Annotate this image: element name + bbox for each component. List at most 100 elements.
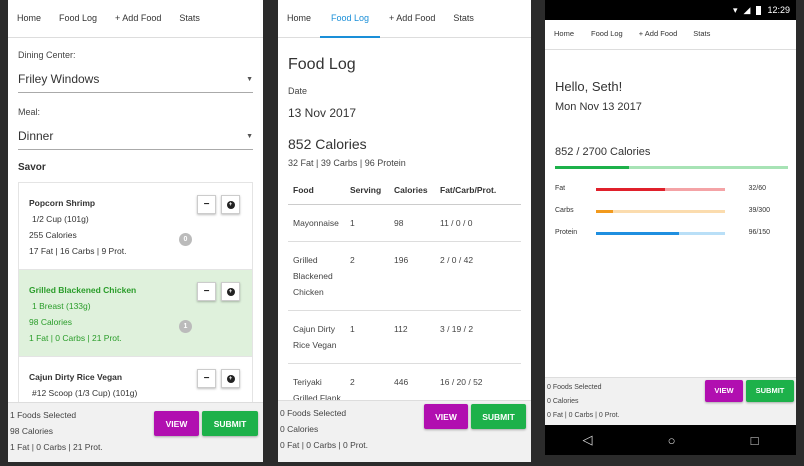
meal-select[interactable]: Dinner ▼ — [18, 123, 253, 150]
minus-button[interactable]: − — [197, 369, 216, 388]
wifi-icon: ▾ — [733, 4, 738, 15]
status-bar: ▾ ◢ 12:29 — [545, 0, 796, 20]
cell-serving: 1 — [350, 310, 394, 364]
stats-screen: ▾ ◢ 12:29 Home Food Log + Add Food Stats… — [545, 0, 796, 455]
col-macros: Fat/Carb/Prot. — [440, 176, 521, 205]
cell-serving: 1 — [350, 204, 394, 242]
tab-food-log[interactable]: Food Log — [50, 0, 106, 38]
total-calories: 852 Calories — [288, 136, 367, 152]
tab-stats[interactable]: Stats — [444, 0, 483, 38]
calorie-fill — [555, 166, 629, 169]
back-icon[interactable]: ◁ — [583, 432, 593, 448]
tab-stats[interactable]: Stats — [170, 0, 209, 38]
top-nav: Home Food Log + Add Food Stats — [8, 0, 263, 38]
plus-button[interactable]: + — [221, 195, 240, 214]
dining-center-label: Dining Center: — [18, 50, 76, 60]
view-button[interactable]: VIEW — [424, 404, 468, 429]
food-log-table: Food Serving Calories Fat/Carb/Prot. May… — [288, 176, 521, 433]
cell-serving: 2 — [350, 241, 394, 311]
plus-button[interactable]: + — [221, 369, 240, 388]
macro-label: Carbs — [555, 207, 574, 214]
col-calories: Calories — [394, 176, 440, 205]
food-item-selected: Grilled Blackened Chicken 1 Breast (133g… — [19, 270, 252, 357]
tab-home[interactable]: Home — [545, 20, 583, 50]
dining-center-select[interactable]: Friley Windows ▼ — [18, 66, 253, 93]
tab-home[interactable]: Home — [278, 0, 320, 38]
tab-food-log[interactable]: Food Log — [320, 0, 381, 38]
page-title: Food Log — [288, 56, 356, 73]
selection-footer: 0 Foods Selected 0 Calories 0 Fat | 0 Ca… — [278, 400, 531, 462]
selected-macros: 0 Fat | 0 Carbs | 0 Prot. — [280, 440, 369, 450]
macro-value: 39/300 — [748, 207, 770, 214]
home-icon[interactable]: ○ — [668, 433, 676, 448]
recents-icon[interactable]: □ — [751, 433, 759, 448]
cell-macros: 11 / 0 / 0 — [440, 204, 521, 242]
add-food-screen: Home Food Log + Add Food Stats Dining Ce… — [8, 0, 263, 462]
cell-calories: 112 — [394, 310, 440, 364]
signal-icon: ◢ — [743, 4, 751, 15]
total-macros: 32 Fat | 39 Carbs | 96 Protein — [288, 158, 406, 168]
caret-down-icon: ▼ — [246, 75, 253, 83]
carbs-track — [596, 210, 725, 213]
fat-fill — [596, 188, 665, 191]
section-title: Savor — [18, 162, 46, 173]
top-nav: Home Food Log + Add Food Stats — [545, 20, 796, 50]
plus-circle-icon: + — [226, 287, 235, 296]
plus-button[interactable]: + — [221, 282, 240, 301]
protein-fill — [596, 232, 679, 235]
current-date: Mon Nov 13 2017 — [555, 101, 642, 113]
battery-icon — [756, 5, 762, 15]
submit-button[interactable]: SUBMIT — [471, 404, 526, 429]
android-nav-bar: ◁ ○ □ — [545, 425, 796, 455]
view-button[interactable]: VIEW — [154, 411, 199, 436]
date-value[interactable]: 13 Nov 2017 — [288, 106, 521, 120]
view-button[interactable]: VIEW — [705, 380, 743, 402]
macro-label: Protein — [555, 229, 578, 236]
date-label: Date — [288, 86, 308, 96]
submit-button[interactable]: SUBMIT — [746, 380, 794, 402]
tab-food-log[interactable]: Food Log — [583, 20, 631, 50]
tab-add-food[interactable]: + Add Food — [380, 0, 444, 38]
macro-value: 32/60 — [748, 185, 766, 192]
cell-food: Cajun Dirty Rice Vegan — [288, 310, 350, 364]
minus-button[interactable]: − — [197, 282, 216, 301]
table-header: Food Serving Calories Fat/Carb/Prot. — [288, 176, 521, 205]
tab-stats[interactable]: Stats — [685, 20, 718, 50]
meal-label: Meal: — [18, 107, 41, 117]
selection-footer: 1 Foods Selected 98 Calories 1 Fat | 0 C… — [8, 402, 263, 462]
table-row[interactable]: Mayonnaise 1 98 11 / 0 / 0 — [288, 204, 521, 242]
col-serving: Serving — [350, 176, 394, 205]
col-food: Food — [288, 176, 350, 205]
meal-value: Dinner — [18, 129, 54, 143]
cell-food: Grilled Blackened Chicken — [288, 241, 350, 311]
table-row[interactable]: Grilled Blackened Chicken 2 196 2 / 0 / … — [288, 241, 521, 311]
cell-calories: 98 — [394, 204, 440, 242]
selected-macros: 0 Fat | 0 Carbs | 0 Prot. — [547, 412, 620, 419]
cell-macros: 3 / 19 / 2 — [440, 310, 521, 364]
submit-button[interactable]: SUBMIT — [202, 411, 258, 436]
selection-footer: 0 Foods Selected 0 Calories 0 Fat | 0 Ca… — [545, 377, 796, 425]
minus-button[interactable]: − — [197, 195, 216, 214]
caret-down-icon: ▼ — [246, 132, 253, 140]
tab-home[interactable]: Home — [8, 0, 50, 38]
selected-macros: 1 Fat | 0 Carbs | 21 Prot. — [10, 442, 103, 452]
food-macros: 1 Fat | 0 Carbs | 21 Prot. — [29, 333, 122, 343]
top-nav: Home Food Log + Add Food Stats — [278, 0, 531, 38]
food-macros: 17 Fat | 16 Carbs | 9 Prot. — [29, 246, 127, 256]
dining-center-value: Friley Windows — [18, 72, 100, 86]
status-time: 12:29 — [767, 5, 790, 15]
calorie-summary: 852 / 2700 Calories — [555, 146, 651, 158]
tab-add-food[interactable]: + Add Food — [631, 20, 686, 50]
cell-macros: 2 / 0 / 42 — [440, 241, 521, 311]
count-badge: 1 — [179, 320, 192, 333]
carbs-fill — [596, 210, 613, 213]
macro-value: 96/150 — [748, 229, 770, 236]
food-calories: 255 Calories — [29, 230, 77, 240]
food-item: Popcorn Shrimp 1/2 Cup (101g) 255 Calori… — [19, 183, 252, 270]
table-row[interactable]: Cajun Dirty Rice Vegan 1 112 3 / 19 / 2 — [288, 310, 521, 364]
cell-calories: 196 — [394, 241, 440, 311]
plus-circle-icon: + — [226, 200, 235, 209]
cell-food: Mayonnaise — [288, 204, 350, 242]
macro-label: Fat — [555, 185, 566, 192]
tab-add-food[interactable]: + Add Food — [106, 0, 170, 38]
